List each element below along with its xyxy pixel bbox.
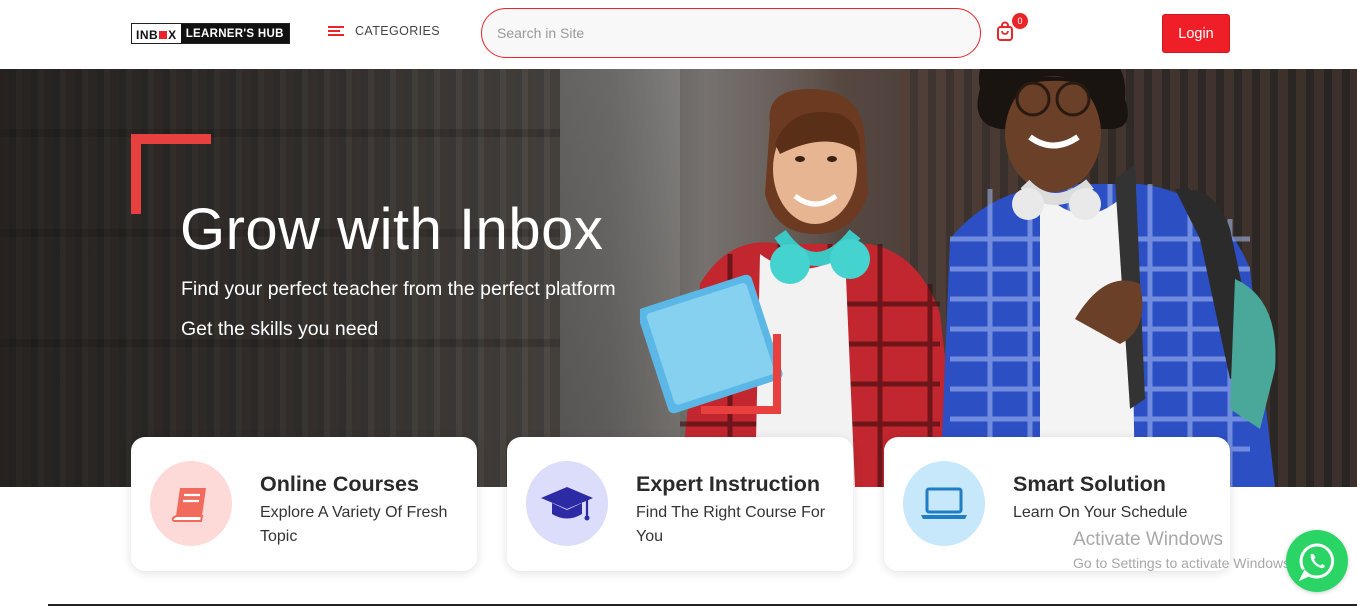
hero-title: Grow with Inbox — [180, 197, 604, 262]
graduation-cap-icon — [541, 486, 593, 520]
student-girl-image — [640, 89, 960, 487]
feature-card-expert-instruction[interactable]: Expert Instruction Find The Right Course… — [507, 437, 853, 571]
decor-corner-bottom-right — [701, 334, 781, 414]
feature-icon-circle — [903, 461, 985, 546]
feature-card-online-courses[interactable]: Online Courses Explore A Variety Of Fres… — [131, 437, 477, 571]
student-boy-image — [940, 69, 1276, 487]
hero-subtitle-1: Find your perfect teacher from the perfe… — [181, 278, 616, 300]
logo-text-inb: INB — [136, 28, 159, 42]
feature-icon-circle — [526, 461, 608, 546]
feature-title: Smart Solution — [1013, 472, 1166, 496]
feature-description: Find The Right Course For You — [636, 504, 826, 545]
logo-text-x: X — [168, 28, 177, 42]
whatsapp-chat-button[interactable] — [1286, 530, 1348, 592]
book-icon — [171, 487, 206, 522]
menu-lines-icon — [328, 25, 344, 37]
hero-subtitle-2: Get the skills you need — [181, 318, 379, 340]
search-input[interactable] — [481, 8, 981, 58]
laptop-icon — [921, 487, 967, 519]
login-button[interactable]: Login — [1162, 14, 1230, 53]
feature-description: Explore A Variety Of Fresh Topic — [260, 504, 448, 545]
feature-description: Learn On Your Schedule — [1013, 504, 1188, 521]
feature-title: Online Courses — [260, 472, 419, 496]
feature-icon-circle — [150, 461, 232, 546]
logo-left: INB X — [132, 24, 181, 43]
whatsapp-icon — [1298, 543, 1335, 581]
categories-menu[interactable]: CATEGORIES — [328, 24, 440, 38]
site-header: INB X LEARNER'S HUB CATEGORIES 0 Login — [0, 0, 1357, 69]
logo-red-square-icon — [159, 31, 168, 39]
categories-label: CATEGORIES — [355, 24, 441, 38]
site-logo[interactable]: INB X LEARNER'S HUB — [131, 23, 290, 44]
cart-count-badge: 0 — [1012, 13, 1028, 29]
hero-banner: Grow with Inbox Find your perfect teache… — [0, 69, 1357, 487]
logo-right: LEARNER'S HUB — [180, 24, 289, 43]
feature-title: Expert Instruction — [636, 472, 820, 496]
feature-card-smart-solution[interactable]: Smart Solution Learn On Your Schedule — [884, 437, 1230, 571]
